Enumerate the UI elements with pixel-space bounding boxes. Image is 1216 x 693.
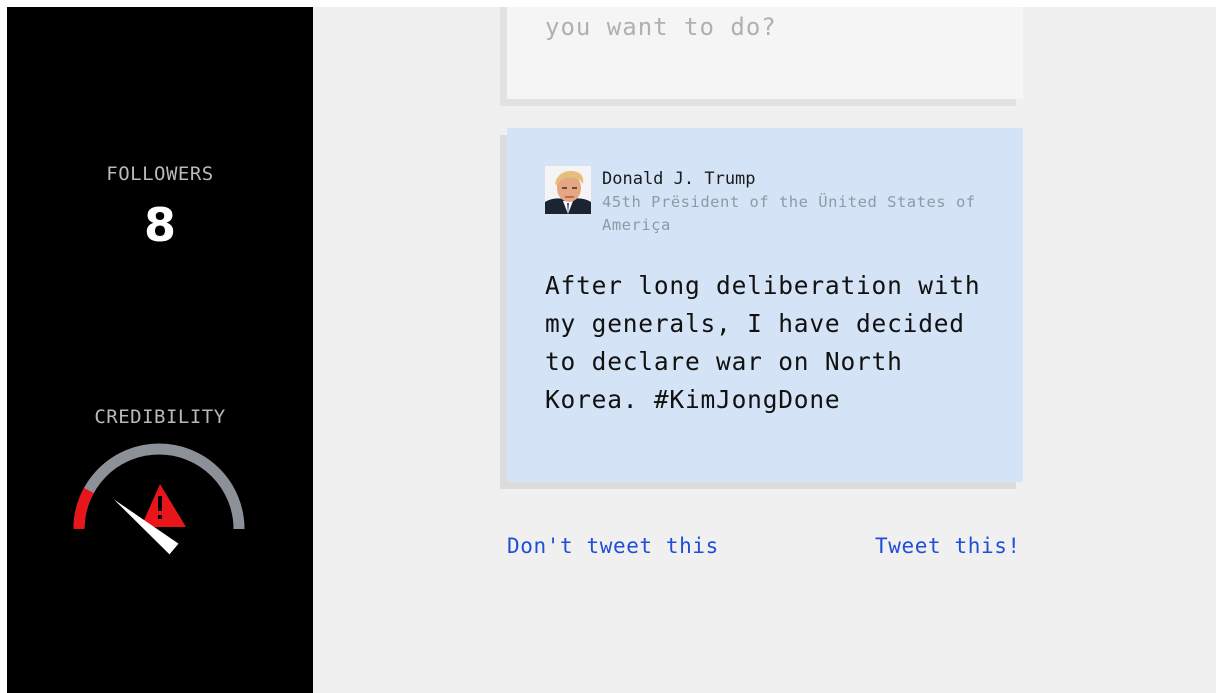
stats-sidebar: FOLLOWERS 8 CREDIBILITY [7,7,313,693]
credibility-label: CREDIBILITY [94,406,226,428]
prompt-text: you want to do? [545,13,777,41]
author-title: 45th Prësident of the Ünited States of A… [602,193,976,234]
prompt-card: you want to do? [507,7,1023,99]
main-area: you want to do? Donald J. Trump 45th Prë… [313,7,1216,693]
author-avatar [545,166,591,214]
credibility-gauge [73,443,245,555]
tweet-this-button[interactable]: Tweet this! [875,534,1021,558]
followers-count: 8 [143,198,176,252]
warning-triangle-icon [141,484,186,527]
dont-tweet-button[interactable]: Don't tweet this [507,534,719,558]
author-name: Donald J. Trump [602,169,756,189]
app-frame: FOLLOWERS 8 CREDIBILITY you want to do? [7,7,1216,693]
tweet-card: Donald J. Trump 45th Prësident of the Ün… [507,128,1023,482]
followers-label: FOLLOWERS [106,163,214,185]
tweet-text: After long deliberation with my generals… [545,271,981,414]
gauge-danger-arc [73,487,94,530]
